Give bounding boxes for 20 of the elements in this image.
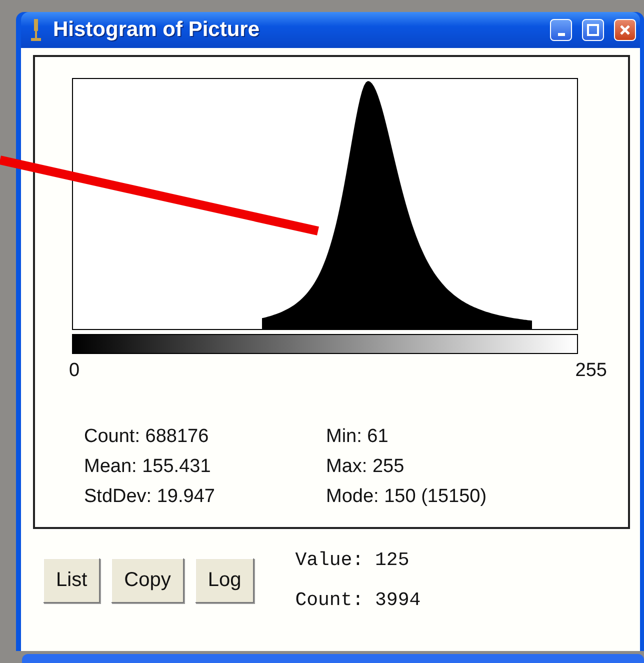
stat-text: StdDev: 19.947 xyxy=(84,485,216,509)
readout-text: Count: 3994 xyxy=(295,589,421,611)
action-button[interactable]: Copy xyxy=(111,558,184,602)
action-button[interactable]: Log xyxy=(194,558,254,602)
stat-text: Count: 688176 xyxy=(84,425,210,449)
axis-label: 255 xyxy=(575,360,607,382)
action-button[interactable]: List xyxy=(43,558,100,602)
stat-text: Mean: 155.431 xyxy=(84,455,212,479)
stat-text: Mode: 150 (15150) xyxy=(326,485,488,509)
axis-label: 0 xyxy=(69,360,80,382)
minimize-icon xyxy=(558,32,564,36)
maximize-button[interactable] xyxy=(582,19,604,41)
window-title: Histogram of Picture xyxy=(53,18,261,42)
close-icon xyxy=(619,24,631,36)
readout-text: Value: 125 xyxy=(295,549,410,571)
stat-text: Max: 255 xyxy=(326,455,406,479)
maximize-icon xyxy=(587,24,599,36)
minimize-button[interactable] xyxy=(550,19,572,41)
stat-text: Min: 61 xyxy=(326,425,390,449)
close-button[interactable] xyxy=(614,19,636,41)
